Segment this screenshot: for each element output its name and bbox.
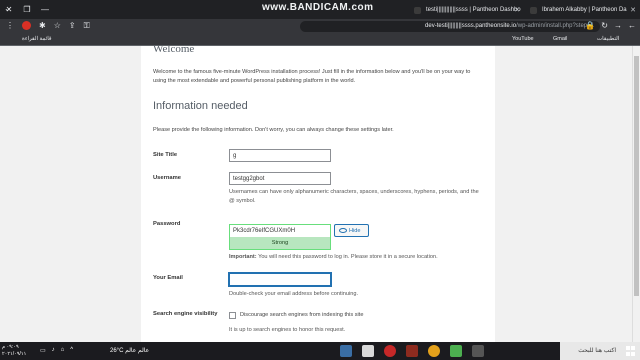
site-title-label: Site Title xyxy=(153,152,178,158)
tab-pantheon-dashboard[interactable]: testi||||||||||||ssss | Pantheon Dashbo … xyxy=(408,2,524,19)
bookmark-gmail[interactable]: Gmail xyxy=(553,36,567,42)
search-visibility-label: Search engine visibility xyxy=(153,311,218,317)
taskbar-clock[interactable]: ٠٩:٠٩ م ٢٠٢١/٠٩/١١ xyxy=(2,344,26,358)
chrome-icon[interactable] xyxy=(428,345,440,357)
password-value: Pk3cdr76eIfCGUXm0H xyxy=(233,228,296,234)
email-hint: Double-check your email address before c… xyxy=(229,291,359,297)
key-icon[interactable]: ⚿ xyxy=(84,21,90,31)
site-title-input[interactable]: g xyxy=(229,149,331,162)
extensions-icon[interactable]: ✱ xyxy=(39,21,46,31)
reload-icon[interactable]: ↻ xyxy=(601,21,608,30)
username-label: Username xyxy=(153,175,182,181)
bookmark-apps[interactable]: التطبيقات xyxy=(597,36,619,42)
browser-toolbar: ⋮ ✱ ☆ ⇪ ⚿ dev-testi|||||||||ssss.pantheo… xyxy=(0,19,640,34)
welcome-heading: Welcome xyxy=(153,46,195,55)
eye-slash-icon xyxy=(339,228,347,233)
hide-password-button[interactable]: Hide xyxy=(334,224,369,237)
welcome-text: Welcome to the famous five-minute WordPr… xyxy=(153,69,471,84)
store-icon[interactable] xyxy=(450,345,462,357)
bookmarks-bar: قائمة القراءة YouTube Gmail التطبيقات xyxy=(0,34,640,46)
bandicam-watermark: www.BANDICAM.com xyxy=(262,2,374,13)
task-view-icon[interactable] xyxy=(472,345,484,357)
menu-icon[interactable]: ⋮ xyxy=(6,21,14,31)
tab-bar: ⌄ www.BANDICAM.com testi||||||||||||ssss… xyxy=(0,0,640,19)
password-strength-meter: Strong xyxy=(230,237,330,249)
close-window-icon[interactable]: ✕ xyxy=(0,0,18,19)
volume-icon[interactable]: ♪ xyxy=(52,347,55,354)
maximize-icon[interactable]: ❐ xyxy=(18,0,36,19)
wp-install-form: Welcome Welcome to the famous five-minut… xyxy=(141,46,495,342)
notification-icon[interactable]: ▭ xyxy=(40,347,46,354)
discourage-search-label[interactable]: Discourage search engines from indexing … xyxy=(240,312,363,318)
weather-widget[interactable]: 26°C عالم عالم xyxy=(110,347,149,354)
scrollbar-thumb[interactable] xyxy=(634,56,639,296)
username-input[interactable]: testgg2gbot xyxy=(229,172,331,185)
file-explorer-icon[interactable] xyxy=(340,345,352,357)
nav-buttons: 🔒 ↻ → ← xyxy=(585,21,636,30)
url-host: dev-testi|||||||||ssss.pantheonsite.io xyxy=(425,23,517,29)
forward-icon[interactable]: → xyxy=(614,21,622,30)
email-input[interactable] xyxy=(229,273,331,286)
window-controls: ✕ ❐ — xyxy=(0,0,54,19)
password-field[interactable]: Pk3cdr76eIfCGUXm0H Strong xyxy=(229,224,331,250)
toolbar-left-icons: ⋮ ✱ ☆ ⇪ ⚿ xyxy=(6,21,90,31)
close-tab-icon[interactable]: ✕ xyxy=(514,6,520,14)
provide-info-text: Please provide the following information… xyxy=(153,127,394,133)
windows-start-icon[interactable] xyxy=(626,346,636,356)
pantheon-favicon xyxy=(414,7,421,14)
network-icon[interactable]: ⌂ xyxy=(61,347,65,354)
windows-taskbar: ٠٩:٠٩ م ٢٠٢١/٠٩/١١ ▭ ♪ ⌂ ^ 26°C عالم عال… xyxy=(0,342,640,360)
discourage-search-checkbox[interactable] xyxy=(229,312,236,319)
username-hint: Usernames can have only alphanumeric cha… xyxy=(229,189,479,204)
minimize-icon[interactable]: — xyxy=(36,0,54,19)
lock-icon[interactable]: 🔒 xyxy=(585,21,595,30)
pinned-apps xyxy=(340,345,484,357)
system-tray: ▭ ♪ ⌂ ^ xyxy=(40,347,73,354)
tray-chevron-icon[interactable]: ^ xyxy=(70,347,73,354)
pantheon-favicon xyxy=(530,7,537,14)
bandicam-icon[interactable] xyxy=(384,345,396,357)
bookmark-reading-list[interactable]: قائمة القراءة xyxy=(22,36,52,42)
email-label: Your Email xyxy=(153,275,183,281)
info-needed-heading: Information needed xyxy=(153,100,248,112)
close-tab-icon[interactable]: ✕ xyxy=(630,6,636,14)
bookmark-star-icon[interactable]: ☆ xyxy=(54,21,61,31)
back-icon[interactable]: ← xyxy=(628,21,636,30)
url-path: /wp-admin/install.php?step=1 xyxy=(516,23,594,29)
password-important-note: Important: You will need this password t… xyxy=(229,254,438,260)
share-icon[interactable]: ⇪ xyxy=(69,21,76,31)
search-visibility-hint: It is up to search engines to honor this… xyxy=(229,327,346,333)
bandicam-app-icon[interactable] xyxy=(406,345,418,357)
page-viewport: Welcome Welcome to the famous five-minut… xyxy=(0,46,640,342)
address-bar[interactable]: dev-testi|||||||||ssss.pantheonsite.io/w… xyxy=(300,21,600,32)
profile-avatar[interactable] xyxy=(22,21,31,30)
password-label: Password xyxy=(153,221,181,227)
word-icon[interactable] xyxy=(362,345,374,357)
bookmark-youtube[interactable]: YouTube xyxy=(512,36,534,42)
page-scrollbar[interactable] xyxy=(632,46,640,342)
tab-ibrahem[interactable]: Ibrahem Alkabby | Pantheon Da ✕ xyxy=(524,2,640,19)
taskbar-search-placeholder: اكتب هنا للبحث xyxy=(578,348,616,354)
